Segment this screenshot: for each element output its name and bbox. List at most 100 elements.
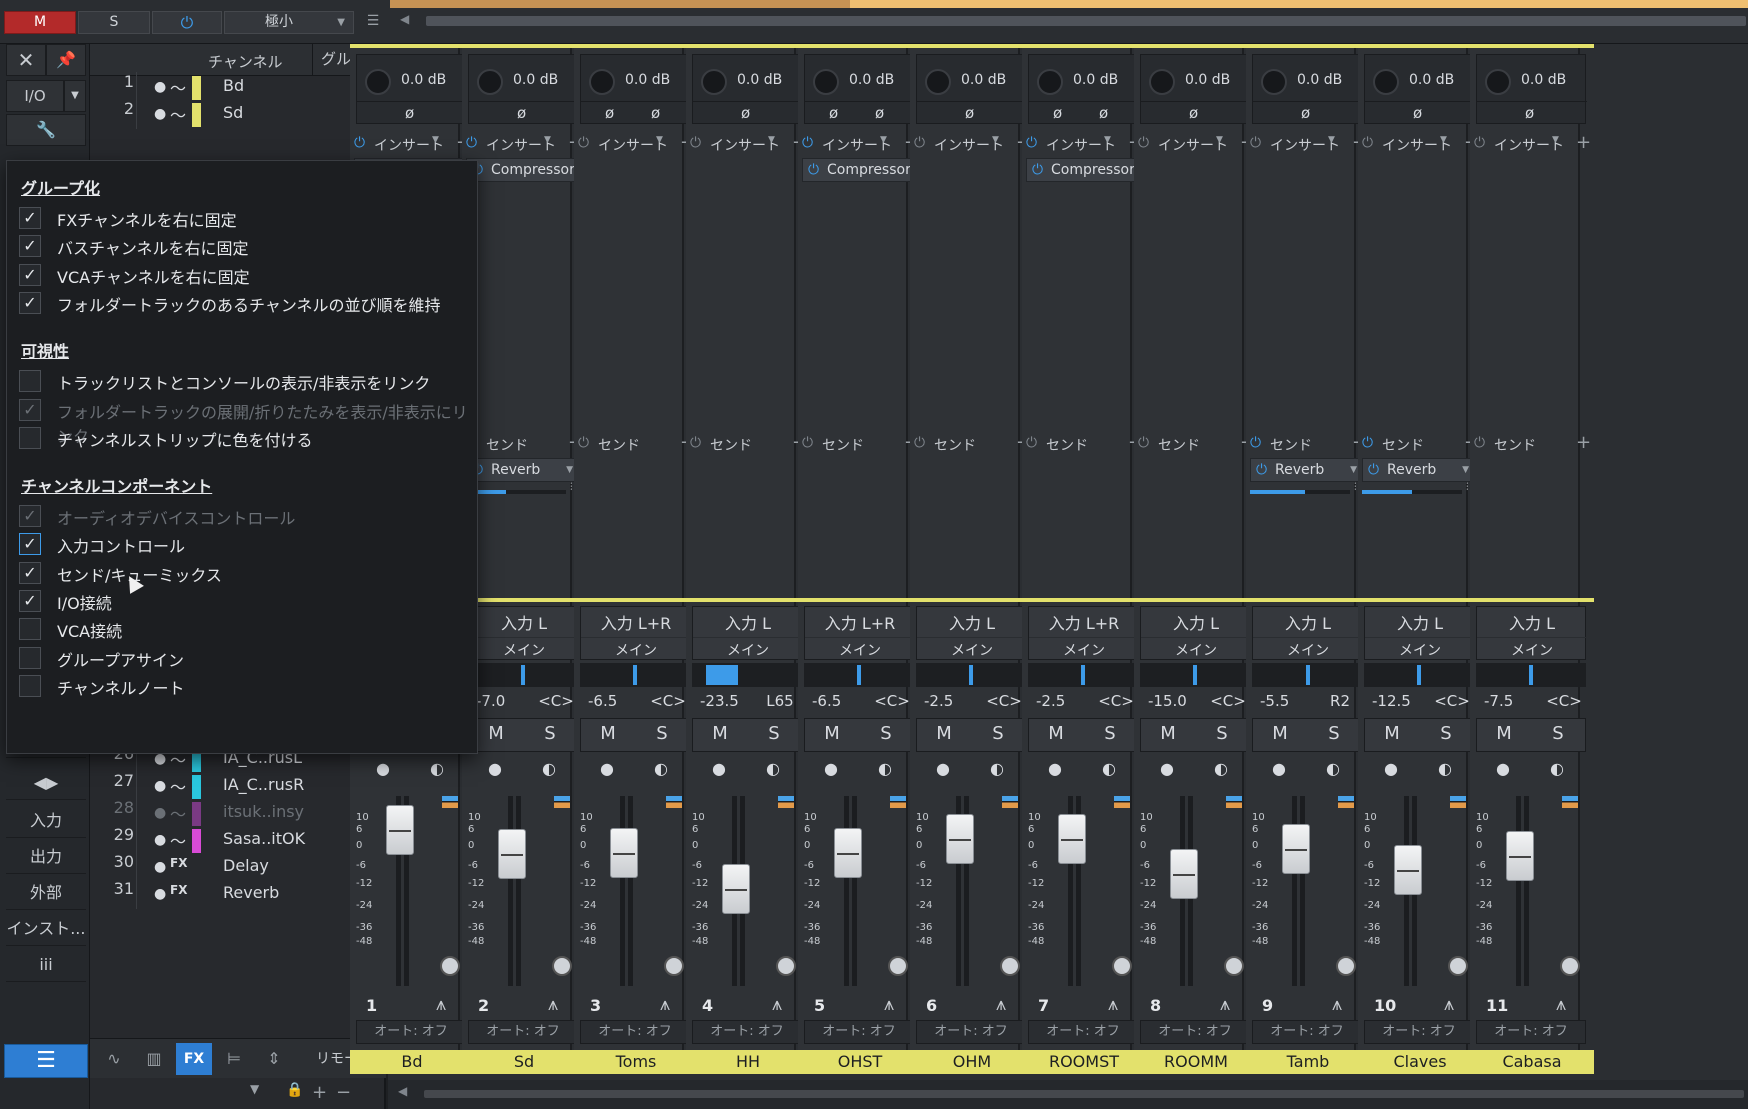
phase-invert-icon[interactable]: ø	[1053, 104, 1062, 122]
power-icon[interactable]: ⏻	[1032, 159, 1043, 181]
gain-knob[interactable]	[925, 69, 951, 95]
checkbox[interactable]: ✓	[19, 533, 41, 556]
input-select[interactable]: 入力 L+R	[805, 610, 915, 634]
input-select[interactable]: 入力 L	[1477, 610, 1587, 634]
send-plugin[interactable]: ⏻Reverb▼	[1362, 458, 1476, 482]
output-select[interactable]: メイン	[1029, 637, 1139, 660]
option-item[interactable]: ✓ センド/キューミックス	[19, 560, 469, 586]
power-icon[interactable]: ⏻	[1138, 435, 1149, 451]
input-select[interactable]: 入力 L+R	[1029, 610, 1139, 634]
send-level[interactable]: ⫶	[1250, 482, 1364, 498]
scroll-left-icon[interactable]: ◀	[398, 1084, 407, 1098]
io-button[interactable]: I/O	[6, 80, 64, 112]
pan-slider[interactable]	[916, 663, 1026, 687]
record-icon[interactable]: ●	[692, 759, 746, 778]
automation-icon[interactable]: ⩚	[1108, 994, 1118, 1015]
automation-icon[interactable]: ⩚	[1556, 994, 1566, 1015]
option-item[interactable]: ✓ I/O接続	[19, 588, 469, 614]
wrench-icon[interactable]: 🔧	[6, 114, 86, 146]
input-select[interactable]: 入力 L+R	[581, 610, 691, 634]
automation-mode[interactable]: オート: オフ	[580, 1020, 690, 1044]
insert-plugin[interactable]: ⏻Compressor	[466, 158, 580, 182]
track-name[interactable]: Sasa..itOK	[223, 829, 305, 848]
solo-button[interactable]: S	[1083, 723, 1137, 744]
channel-name[interactable]: Toms	[574, 1050, 698, 1074]
send-plugin[interactable]: ⏻Reverb▼	[466, 458, 580, 482]
pan-slider[interactable]	[580, 663, 690, 687]
automation-icon[interactable]: ⩚	[1332, 994, 1342, 1015]
power-icon[interactable]: ⏻	[1474, 135, 1485, 151]
checkbox[interactable]: ✓	[19, 263, 41, 286]
record-icon[interactable]: ●	[468, 759, 522, 778]
mute-button[interactable]: M	[1029, 723, 1083, 744]
option-item[interactable]: チャンネルノート	[19, 673, 469, 699]
output-select[interactable]: メイン	[1477, 637, 1587, 660]
visibility-dot-icon[interactable]: ●	[154, 79, 166, 95]
waveform-icon[interactable]: ∿	[96, 1043, 132, 1075]
send-level[interactable]: ⫶	[1362, 482, 1476, 498]
input-select[interactable]: 入力 L	[693, 610, 803, 634]
nav-output[interactable]: 出力	[6, 840, 86, 874]
chevron-down-icon[interactable]: ▼	[768, 135, 775, 145]
automation-icon[interactable]: ⩚	[548, 994, 558, 1015]
option-item[interactable]: ✓ VCAチャンネルを右に固定	[19, 262, 469, 288]
monitor-icon[interactable]: ◐	[522, 759, 576, 778]
power-icon[interactable]: ⏻	[578, 135, 589, 151]
trim-knob[interactable]	[888, 956, 908, 976]
vca-icon[interactable]: ⇕	[256, 1043, 292, 1075]
solo-button[interactable]: S	[971, 723, 1025, 744]
mute-button[interactable]: M	[1141, 723, 1195, 744]
power-icon[interactable]: ⏻	[1256, 459, 1267, 481]
checkbox[interactable]: ✓	[19, 207, 41, 229]
channel-name[interactable]: Sd	[462, 1050, 586, 1074]
pan-slider[interactable]	[1364, 663, 1474, 687]
fx-filter-button[interactable]: FX	[176, 1043, 212, 1075]
record-icon[interactable]: ●	[1476, 759, 1530, 778]
track-row[interactable]: 31 ● FX Reverb	[90, 879, 386, 909]
automation-icon[interactable]: ⩚	[1220, 994, 1230, 1015]
monitor-icon[interactable]: ◐	[1530, 759, 1584, 778]
visibility-dot-icon[interactable]: ●	[154, 778, 166, 794]
visibility-dot-icon[interactable]: ●	[154, 805, 166, 821]
automation-icon[interactable]: ⩚	[660, 994, 670, 1015]
automation-mode[interactable]: オート: オフ	[1252, 1020, 1362, 1044]
automation-icon[interactable]: ⩚	[996, 994, 1006, 1015]
bus-icon[interactable]: ⊨	[216, 1043, 252, 1075]
channel-name[interactable]: Bd	[350, 1050, 474, 1074]
trim-knob[interactable]	[1336, 956, 1356, 976]
phase-invert-icon[interactable]: ø	[517, 104, 526, 122]
checkbox[interactable]	[19, 426, 41, 449]
power-icon[interactable]: ⏻	[914, 135, 925, 151]
pan-slider[interactable]	[1028, 663, 1138, 687]
checkbox[interactable]	[19, 618, 41, 641]
volume-fader[interactable]	[1282, 824, 1310, 875]
mute-button[interactable]: M	[581, 723, 635, 744]
checkbox[interactable]: ✓	[19, 561, 41, 584]
phase-invert-icon[interactable]: ø	[875, 104, 884, 122]
trim-knob[interactable]	[1000, 956, 1020, 976]
track-name[interactable]: Sd	[223, 103, 243, 122]
chevron-down-icon[interactable]: ▼	[432, 135, 439, 145]
mute-button[interactable]: M	[1253, 723, 1307, 744]
trim-knob[interactable]	[440, 956, 460, 976]
channel-name[interactable]: OHM	[910, 1050, 1034, 1074]
output-select[interactable]: メイン	[1141, 637, 1251, 660]
solo-button[interactable]: S	[1195, 723, 1249, 744]
scroll-thumb[interactable]	[424, 1090, 1744, 1098]
power-icon[interactable]: ⏻	[1026, 435, 1037, 451]
output-select[interactable]: メイン	[693, 637, 803, 660]
option-item[interactable]: ✓ バスチャンネルを右に固定	[19, 233, 469, 259]
chevron-down-icon[interactable]: ▼	[992, 135, 999, 145]
solo-all-button[interactable]: S	[78, 11, 150, 34]
chevron-down-icon[interactable]: ▼	[544, 135, 551, 145]
power-icon[interactable]: ⏻	[690, 135, 701, 151]
send-pan-icon[interactable]: ⫶	[570, 482, 573, 493]
visibility-dot-icon[interactable]: ●	[154, 886, 166, 902]
list-icon[interactable]: ☰	[4, 1044, 88, 1078]
monitor-icon[interactable]: ◐	[746, 759, 800, 778]
add-insert-icon[interactable]: +	[1576, 132, 1591, 153]
option-item[interactable]: ✓ 入力コントロール	[19, 531, 469, 557]
track-name[interactable]: IA_C..rusR	[223, 775, 304, 794]
channel-name[interactable]: Claves	[1358, 1050, 1482, 1074]
trim-knob[interactable]	[1560, 956, 1580, 976]
